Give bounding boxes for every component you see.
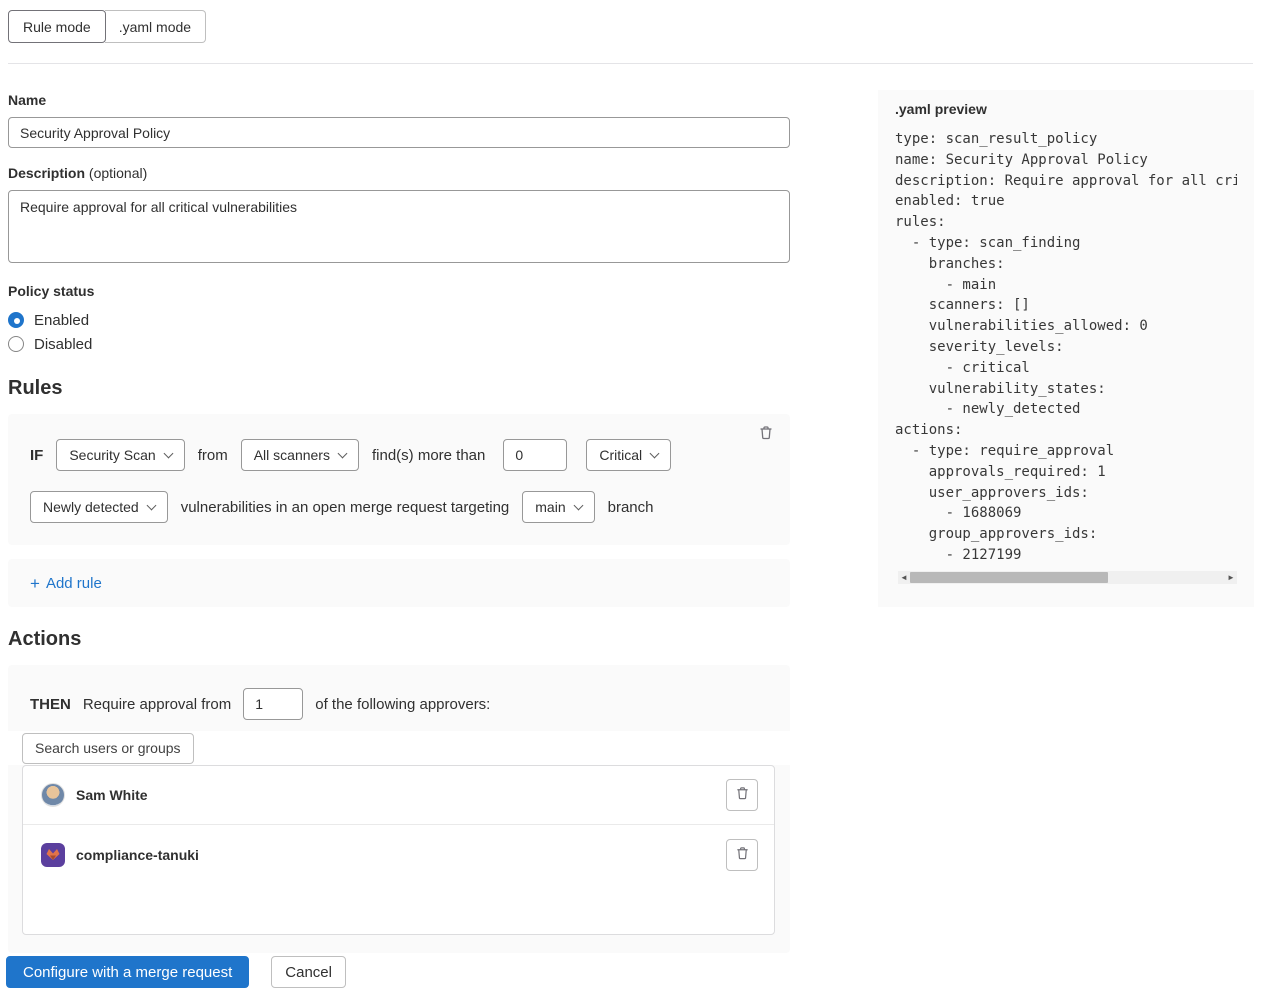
severity-select[interactable]: Critical (586, 439, 671, 471)
plus-icon: + (30, 575, 40, 592)
yaml-preview-code: type: scan_result_policy name: Security … (895, 129, 1237, 566)
vulnerability-state-select[interactable]: Newly detected (30, 491, 168, 523)
scrollbar-thumb[interactable] (910, 572, 1108, 583)
scan-type-select[interactable]: Security Scan (56, 439, 184, 471)
approver-row-user: Sam White (23, 766, 774, 825)
targeting-label: vulnerabilities in an open merge request… (181, 499, 510, 516)
name-label: Name (8, 92, 790, 108)
then-keyword: THEN (30, 696, 71, 713)
approver-list: Sam White compli (22, 765, 775, 935)
scrollbar-track[interactable] (910, 572, 1225, 583)
cancel-button[interactable]: Cancel (271, 956, 346, 988)
yaml-preview-panel: .yaml preview type: scan_result_policy n… (878, 90, 1254, 607)
rule-condition-row-2: Newly detected vulnerabilities in an ope… (30, 491, 768, 523)
then-row: THEN Require approval from of the follow… (8, 688, 790, 720)
rules-heading: Rules (8, 377, 790, 400)
user-avatar (41, 783, 65, 807)
tab-yaml-mode[interactable]: .yaml mode (105, 10, 206, 43)
approver-search-strip: Search users or groups (8, 731, 790, 765)
approvals-required-input[interactable] (243, 688, 303, 720)
branch-label: branch (608, 499, 654, 516)
from-label: from (198, 447, 228, 464)
add-rule-button[interactable]: + Add rule (30, 575, 102, 592)
configure-merge-request-button[interactable]: Configure with a merge request (6, 956, 249, 988)
search-users-groups-input[interactable]: Search users or groups (22, 733, 194, 764)
delete-rule-button[interactable] (754, 422, 778, 446)
rule-card: IF Security Scan from All scanners find(… (8, 414, 790, 545)
remove-approver-button[interactable] (726, 779, 758, 811)
description-label: Description (optional) (8, 165, 790, 181)
yaml-preview-title: .yaml preview (895, 101, 1237, 117)
scroll-left-arrow-icon[interactable]: ◄ (898, 571, 910, 584)
approver-row-group: compliance-tanuki (23, 825, 774, 884)
scanners-select[interactable]: All scanners (241, 439, 359, 471)
trash-icon (735, 846, 750, 864)
mode-tabs: Rule mode .yaml mode (8, 10, 206, 43)
radio-unselected-icon[interactable] (8, 336, 24, 352)
tab-rule-mode[interactable]: Rule mode (8, 10, 106, 43)
trash-icon (735, 786, 750, 804)
status-radio-disabled[interactable]: Disabled (8, 332, 790, 356)
actions-heading: Actions (8, 628, 790, 651)
status-radio-enabled[interactable]: Enabled (8, 308, 790, 332)
header-divider (8, 63, 1253, 64)
chevron-down-icon (573, 500, 583, 510)
radio-selected-icon[interactable] (8, 312, 24, 328)
vulnerabilities-allowed-input[interactable] (503, 439, 567, 471)
form-footer: Configure with a merge request Cancel (6, 956, 346, 988)
chevron-down-icon (163, 448, 173, 458)
remove-approver-button[interactable] (726, 839, 758, 871)
yaml-horizontal-scrollbar[interactable]: ◄ ► (898, 571, 1237, 584)
require-approval-label: Require approval from (83, 696, 231, 713)
description-optional-hint: (optional) (89, 165, 147, 181)
policy-status-label: Policy status (8, 283, 790, 299)
policy-editor-form: Name Description (optional) Require appr… (8, 92, 790, 953)
group-avatar (41, 843, 65, 867)
action-card: THEN Require approval from of the follow… (8, 665, 790, 953)
policy-name-input[interactable] (8, 117, 790, 148)
chevron-down-icon (338, 448, 348, 458)
chevron-down-icon (650, 448, 660, 458)
if-keyword: IF (30, 447, 43, 464)
scroll-right-arrow-icon[interactable]: ► (1225, 571, 1237, 584)
finds-more-than-label: find(s) more than (372, 447, 485, 464)
trash-icon (758, 425, 774, 444)
following-approvers-label: of the following approvers: (315, 696, 490, 713)
chevron-down-icon (146, 500, 156, 510)
add-rule-strip: + Add rule (8, 559, 790, 607)
policy-description-textarea[interactable]: Require approval for all critical vulner… (8, 190, 790, 263)
branch-select[interactable]: main (522, 491, 594, 523)
rule-condition-row-1: IF Security Scan from All scanners find(… (30, 439, 768, 471)
